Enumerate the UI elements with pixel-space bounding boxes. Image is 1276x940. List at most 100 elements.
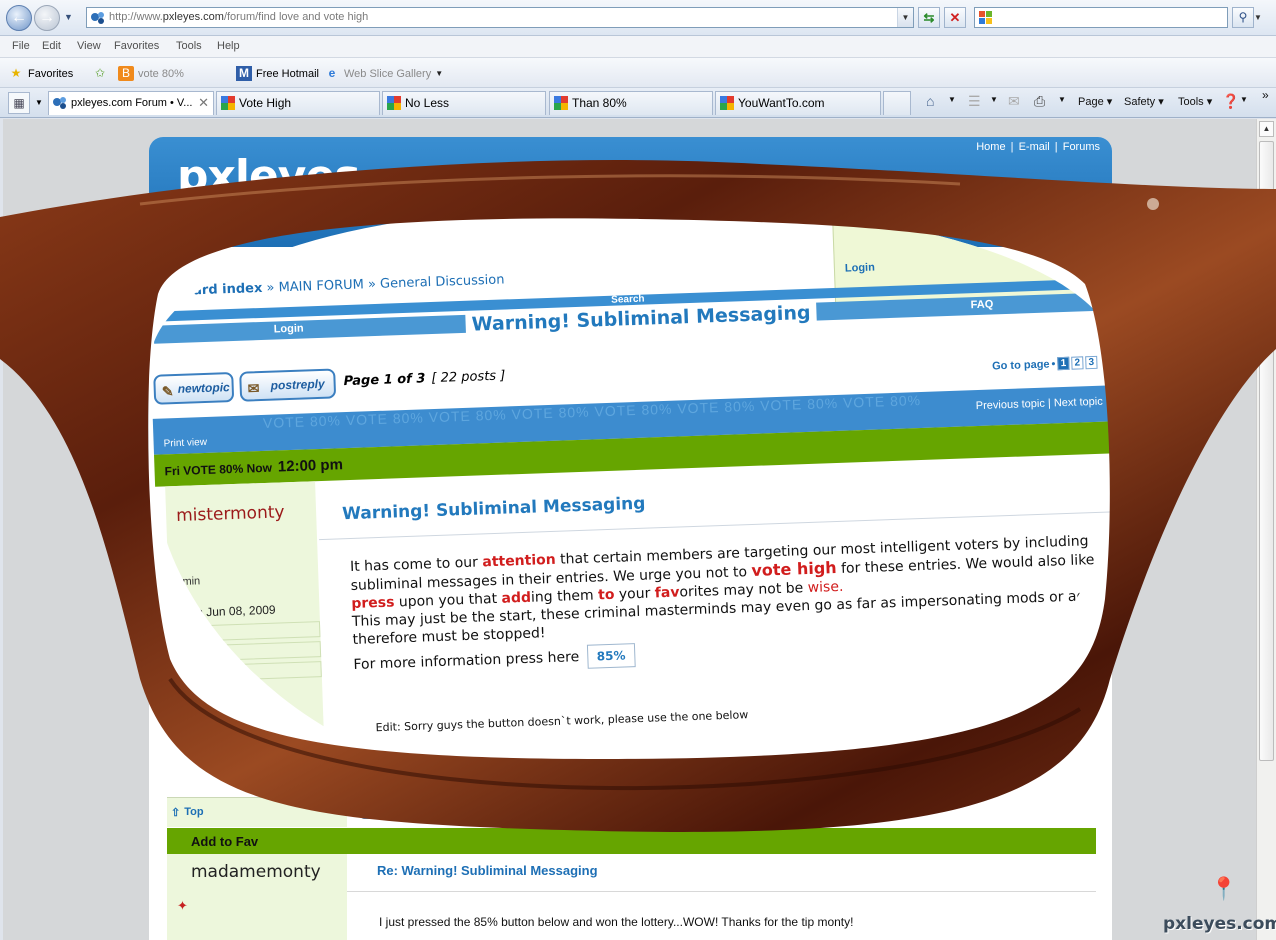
address-field[interactable]: http://www.pxleyes.com/forum/find love a… [86,7,914,28]
feeds-dropdown-icon[interactable]: ▼ [990,95,998,104]
glasses-lens: Login Board index » MAIN FORUM » General… [150,210,1120,800]
back-button[interactable]: ← [6,5,32,31]
tab-no-less[interactable]: No Less [382,91,546,115]
breadcrumb-main-forum[interactable]: MAIN FORUM [278,277,364,295]
tab-pxleyes-forum[interactable]: pxleyes.com Forum • V... ✕ [48,91,214,115]
home-dropdown-icon[interactable]: ▼ [948,95,956,104]
page-3[interactable]: 3 [1085,355,1098,370]
divider [181,661,322,682]
menu-edit[interactable]: Edit [42,40,61,52]
stop-button[interactable]: ✕ [944,7,966,28]
home-icon[interactable]: ⌂ [926,93,934,109]
post-count: [ 22 posts ] [431,368,506,387]
print-icon[interactable]: ⎙ [1034,93,1045,110]
page-1[interactable]: 1 [1057,356,1070,371]
page-2[interactable]: 2 [1071,356,1084,370]
site-logo[interactable]: pxleyes [177,151,361,202]
help-dropdown-icon[interactable]: ▼ [1240,95,1248,104]
post-subject[interactable]: Warning! Subliminal Messaging [342,494,646,525]
topic-nav: Previous topic | Next topic [975,395,1103,413]
grid-icon: ▦ [13,96,25,110]
address-dropdown-icon[interactable]: ▼ [897,8,913,27]
search-input[interactable] [974,7,1228,28]
print-view-link[interactable]: Print view [163,437,207,450]
close-tab-icon[interactable]: ✕ [198,92,209,114]
menu-tools[interactable]: Tools [176,40,202,52]
feeds-icon[interactable]: ☰ [968,93,981,110]
google-icon [221,96,235,110]
favorites-bar: ★ Favorites ✩ B vote 80% ▼ M Free Hotmai… [0,58,1276,88]
print-dropdown-icon[interactable]: ▼ [1058,95,1066,104]
site-favicon-icon [91,12,104,24]
post-author-name[interactable]: mistermonty [176,502,285,526]
home-link[interactable]: Home [976,141,1005,153]
stop-icon: ✕ [949,10,961,25]
favorites-button[interactable]: ★ Favorites [8,66,74,81]
top-links: Home | E-mail | Forums [976,141,1100,153]
webslice-dropdown-icon[interactable]: ▼ [435,69,443,78]
divider [180,641,322,662]
forward-button[interactable]: → [34,5,60,31]
up-arrow-icon: ⇧ [171,807,181,819]
mail-icon[interactable]: ✉ [1008,93,1020,110]
menu-file[interactable]: File [12,40,30,52]
menu-favorites[interactable]: Favorites [114,40,159,52]
search-options-dropdown-icon[interactable]: ▼ [1254,7,1266,28]
history-dropdown-icon[interactable]: ▼ [64,12,73,22]
divider [180,621,321,642]
fav-link-hotmail[interactable]: M Free Hotmail [236,66,319,81]
google-icon [387,96,401,110]
safety-menu[interactable]: Safety ▾ [1124,95,1164,108]
breadcrumb-board-index[interactable]: Board index [174,281,263,299]
fav-link-vote[interactable]: B vote 80% ▼ [118,66,250,81]
post-time: Fri VOTE 80% Now 12:00 pm [164,456,344,479]
magnified-forum: Login Board index » MAIN FORUM » General… [150,210,1120,800]
google-icon [554,96,568,110]
post-reply-button[interactable]: ✉ postreply [239,368,337,402]
fav-link-webslice[interactable]: e Web Slice Gallery ▼ [324,66,443,81]
refresh-icon: ⇆ [923,10,935,25]
help-icon[interactable]: ❓ [1222,93,1239,110]
breadcrumb: Board index » MAIN FORUM » General Discu… [174,272,505,299]
profile-icon: 👤 [364,806,377,817]
address-toolbar: ← → ▼ http://www.pxleyes.com/forum/find … [0,0,1276,36]
quick-tabs-button[interactable]: ▦ [8,92,30,114]
vertical-scrollbar[interactable]: ▲ [1256,119,1276,940]
search-button[interactable]: ⚲ [1232,7,1254,28]
menu-help[interactable]: Help [217,40,240,52]
login-link[interactable]: Login [845,262,875,275]
toolbar-chevron-icon[interactable]: » [1262,88,1269,102]
add-favorite-button[interactable]: ✩ [92,66,108,81]
post-author-column: mistermonty min Mon Jun 08, 2009 P [165,481,327,800]
new-topic-button[interactable]: ✎ newtopic [153,371,235,405]
post2-subject[interactable]: Re: Warning! Subliminal Messaging [377,863,598,878]
faq-link[interactable]: FAQ [970,298,993,311]
pagination-info: Page 1 of 3[ 22 posts ] [343,368,506,390]
add-to-fav-link[interactable]: Add to Fav [191,834,258,849]
profile-button[interactable]: 👤 profile [361,803,431,819]
scroll-thumb[interactable] [1259,141,1274,761]
press-here-85-button[interactable]: 85% [586,643,636,669]
menu-view[interactable]: View [77,40,101,52]
page-menu[interactable]: Page ▾ [1078,95,1112,108]
tab-youwantto[interactable]: YouWantTo.com [715,91,881,115]
forums-link[interactable]: Forums [1063,141,1100,153]
breadcrumb-general-discussion[interactable]: General Discussion [380,272,505,291]
next-topic-link[interactable]: Next topic [1054,396,1103,410]
login-strip-link[interactable]: Login [274,322,304,335]
ie-icon: e [328,66,336,80]
post-footer-area: ⇧ Top 👤 profile Add to Fav madamemonty ✦ R… [167,797,1096,940]
scroll-up-arrow-icon[interactable]: ▲ [1259,121,1274,137]
tab-vote-high[interactable]: Vote High [216,91,380,115]
previous-topic-link[interactable]: Previous topic [976,398,1045,412]
tab-than-80[interactable]: Than 80% [549,91,713,115]
pencil-icon: ✎ [161,383,174,400]
tab-list-dropdown-icon[interactable]: ▼ [32,92,46,114]
author-posts-label: P [187,663,196,676]
new-tab-button[interactable] [883,91,911,115]
top-link[interactable]: ⇧ Top [171,806,204,819]
email-link[interactable]: E-mail [1019,141,1050,153]
tools-menu[interactable]: Tools ▾ [1178,95,1212,108]
refresh-button[interactable]: ⇆ [918,7,940,28]
post2-author-name[interactable]: madamemonty [191,862,321,882]
